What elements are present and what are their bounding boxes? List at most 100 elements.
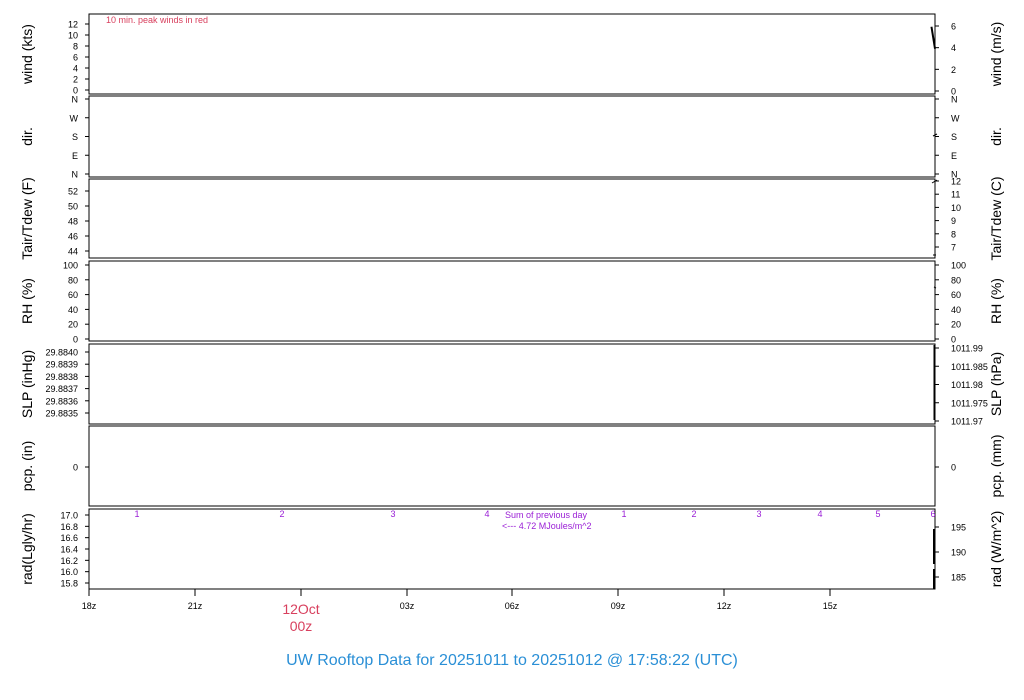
temp-left-tick-label: 52	[68, 187, 78, 197]
rad-right-tick-label: 190	[951, 548, 966, 558]
dir-right-axis-label: dir.	[988, 127, 1004, 146]
radiation-note-line1: Sum of previous day	[505, 510, 588, 520]
dir-right-tick-label: N	[951, 95, 958, 105]
slp-left-axis-label: SLP (inHg)	[19, 350, 35, 418]
slp-right-tick-label: 1011.97	[951, 417, 983, 427]
pcp-right-axis-label: pcp. (mm)	[988, 435, 1004, 498]
radiation-hour-mark: 2	[279, 509, 284, 519]
temp-right-tick-label: 11	[951, 190, 960, 200]
radiation-hour-mark: 6	[930, 509, 935, 519]
rh-right-tick-label: 60	[951, 290, 961, 300]
dir-left-axis-label: dir.	[19, 127, 35, 146]
pcp-panel-frame	[88, 425, 936, 507]
panel-pcp: 0 0 pcp. (in) pcp. (mm)	[19, 425, 1004, 507]
radiation-hour-mark: 3	[756, 509, 761, 519]
rh-left-tick-label: 60	[68, 290, 78, 300]
wind-right-tick-label: 4	[951, 43, 956, 53]
trailing-data-mark	[933, 286, 937, 289]
rad-left-axis-label: rad(Lgly/hr)	[19, 513, 35, 585]
rad-left-tick-label: 16.6	[60, 533, 78, 543]
slp-right-tick-label: 1011.985	[951, 362, 988, 372]
pcp-right-tick-label: 0	[951, 463, 956, 473]
temp-panel-frame	[88, 178, 936, 259]
radiation-hour-mark: 4	[817, 509, 822, 519]
rh-left-tick-label: 20	[68, 320, 78, 330]
rad-left-tick-label: 16.2	[60, 556, 78, 566]
x-tick-label: 09z	[611, 601, 626, 611]
date-label-day: 12Oct	[282, 601, 319, 617]
panel-temp: 52 50 48 46 44 12 11 10 9 8 7 Tair/Tdew (F) Tair/Tde…	[19, 176, 1004, 260]
temp-right-tick-label: 10	[951, 203, 961, 213]
rad-left-tick-label: 16.4	[60, 545, 78, 555]
slp-left-tick-label: 29.8835	[45, 409, 78, 419]
pcp-left-axis-label: pcp. (in)	[19, 441, 35, 492]
slp-left-tick-label: 29.8836	[45, 396, 78, 406]
wind-annotation: 10 min. peak winds in red	[106, 15, 208, 25]
chart: 1210864206420wind (kts) wind (m/s)NWSENNW…	[19, 13, 1004, 669]
wind-left-tick-label: 8	[73, 42, 78, 52]
dir-panel-frame	[88, 95, 936, 178]
dir-left-tick-label: N	[72, 170, 79, 180]
wind-left-tick-label: 12	[68, 20, 78, 30]
wind-left-axis-label: wind (kts)	[19, 24, 35, 85]
temp-right-tick-label: 7	[951, 243, 956, 253]
dir-left-tick-label: N	[72, 95, 79, 105]
wind-left-tick-label: 4	[73, 64, 78, 74]
panel-dir: NWSENNWSENdir. dir.	[19, 95, 1004, 180]
rad-left-tick-label: 16.0	[60, 567, 78, 577]
rh-left-tick-label: 100	[63, 261, 78, 271]
wind-left-tick-label: 2	[73, 75, 78, 85]
radiation-note-line2: <--- 4.72 MJoules/m^2	[502, 521, 592, 531]
panel-wind: 1210864206420wind (kts) wind (m/s)	[19, 13, 1004, 97]
wind-right-axis-label: wind (m/s)	[988, 22, 1004, 88]
pcp-left-tick-label: 0	[73, 463, 78, 473]
rh-left-tick-label: 0	[73, 335, 78, 345]
radiation-hour-mark: 3	[390, 509, 395, 519]
x-tick-label: 12z	[717, 601, 732, 611]
x-tick-label: 18z	[82, 601, 97, 611]
rh-left-axis-label: RH (%)	[19, 278, 35, 324]
rh-left-tick-label: 40	[68, 305, 78, 315]
dir-right-tick-label: S	[951, 132, 957, 142]
slp-right-axis-label: SLP (hPa)	[988, 352, 1004, 416]
radiation-hour-mark: 2	[691, 509, 696, 519]
chart-title: UW Rooftop Data for 20251011 to 20251012…	[286, 652, 738, 669]
panel-slp: 29.8840 29.8839 29.8838 29.8837 29.8836 29.88…	[19, 343, 1004, 427]
temp-left-tick-label: 50	[68, 202, 78, 212]
rad-right-tick-label: 185	[951, 573, 966, 583]
rh-right-tick-label: 20	[951, 320, 961, 330]
dir-left-tick-label: E	[72, 151, 78, 161]
rh-right-axis-label: RH (%)	[988, 278, 1004, 324]
temp-left-tick-label: 48	[68, 217, 78, 227]
date-label-time: 00z	[290, 618, 313, 634]
wind-right-tick-label: 6	[951, 22, 956, 32]
slp-right-tick-label: 1011.99	[951, 344, 983, 354]
dir-left-tick-label: S	[72, 132, 78, 142]
rad-right-axis-label: rad (W/m^2)	[988, 511, 1004, 588]
slp-right-tick-label: 1011.975	[951, 398, 988, 408]
rh-panel-frame	[88, 260, 936, 342]
rad-right-tick-label: 195	[951, 523, 966, 533]
wind-panel-frame	[88, 13, 936, 95]
x-axis: 18z 21z 03z 06z 09z 12z 15z	[82, 589, 838, 611]
x-tick-label: 15z	[823, 601, 838, 611]
rh-right-tick-label: 40	[951, 305, 961, 315]
temp-left-tick-label: 44	[68, 247, 78, 257]
temp-right-axis-label: Tair/Tdew (C)	[988, 176, 1004, 260]
wind-left-tick-label: 10	[68, 31, 78, 41]
temp-right-tick-label: 12	[951, 177, 961, 187]
rh-right-tick-label: 100	[951, 261, 966, 271]
rad-left-tick-label: 17.0	[60, 511, 78, 521]
temp-left-axis-label: Tair/Tdew (F)	[19, 177, 35, 259]
panels: 1210864206420wind (kts) wind (m/s)NWSENNW…	[19, 13, 1004, 590]
panel-rh: 100806040200100806040200RH (%) RH (%)	[19, 260, 1004, 345]
dir-left-tick-label: W	[70, 113, 79, 123]
rh-right-tick-label: 80	[951, 275, 961, 285]
slp-left-tick-label: 29.8837	[45, 384, 78, 394]
temp-right-tick-label: 8	[951, 229, 956, 239]
rh-left-tick-label: 80	[68, 275, 78, 285]
slp-right-tick-label: 1011.98	[951, 380, 983, 390]
x-tick-label: 06z	[505, 601, 520, 611]
wind-series-line	[930, 26, 936, 49]
wind-left-tick-label: 6	[73, 53, 78, 63]
